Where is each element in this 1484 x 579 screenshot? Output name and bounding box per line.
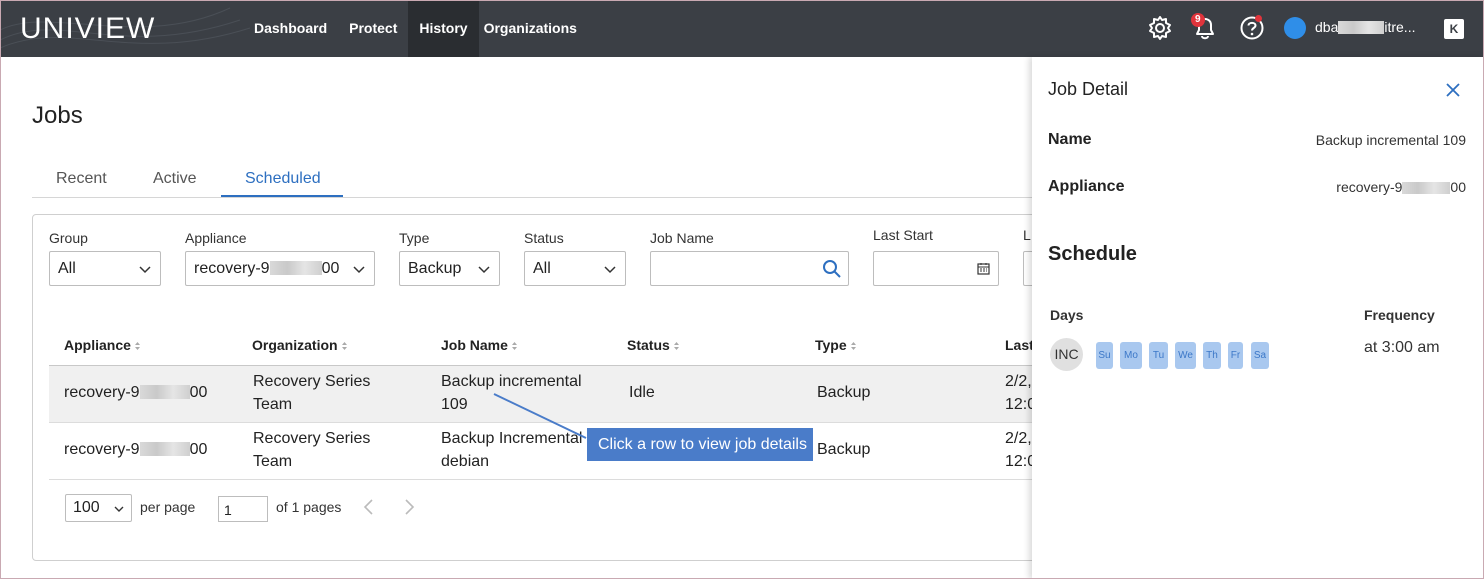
status-cell: Idle	[629, 384, 655, 401]
page-title: Jobs	[32, 102, 83, 129]
total-pages-label: of 1 pages	[276, 499, 342, 515]
group-filter-label: Group	[49, 230, 88, 246]
column-header-last[interactable]: Last	[1005, 337, 1034, 353]
appliance-filter-select[interactable]: recovery-9 00	[185, 251, 375, 286]
chevron-down-icon	[604, 266, 616, 274]
chevron-down-icon	[478, 266, 490, 274]
day-chip-friday: Fr	[1228, 342, 1243, 369]
appliance-filter-value-end: 00	[321, 260, 340, 277]
job-name-search-input[interactable]	[650, 251, 849, 286]
nav-history[interactable]: History	[408, 0, 479, 57]
per-page-value: 100	[73, 499, 100, 516]
status-filter-select[interactable]: All	[524, 251, 626, 286]
type-filter-value: Backup	[408, 260, 462, 277]
active-tab-indicator	[221, 195, 343, 197]
name-label: Name	[1048, 131, 1092, 148]
redacted-text	[139, 385, 190, 399]
top-navigation-bar: UNIVIEW Dashboard Protect History Organi…	[0, 0, 1484, 57]
collapse-panel-icon[interactable]: K	[1444, 19, 1464, 39]
search-icon[interactable]	[822, 259, 842, 279]
incremental-badge: INC	[1050, 338, 1083, 371]
frequency-label: Frequency	[1364, 307, 1435, 323]
last-start-filter-label: Last Start	[873, 227, 933, 243]
type-filter-label: Type	[399, 230, 430, 246]
name-value: Backup incremental 109	[1315, 132, 1466, 148]
page-number-input[interactable]: 1	[218, 496, 268, 522]
organization-cell: Recovery Series Team	[253, 373, 371, 413]
nav-protect[interactable]: Protect	[338, 0, 408, 57]
appliance-cell: recovery-9 00	[64, 384, 208, 401]
column-header-appliance[interactable]: Appliance	[64, 337, 141, 353]
main-nav: Dashboard Protect History Organizations	[243, 0, 588, 57]
type-cell: Backup	[817, 384, 871, 401]
drawer-title: Job Detail	[1048, 79, 1129, 99]
appliance-cell: recovery-9 00	[64, 441, 208, 458]
jobs-tabs: Recent Active Scheduled	[32, 160, 1032, 198]
sort-icon	[134, 342, 140, 350]
nav-organizations[interactable]: Organizations	[479, 0, 588, 57]
job-name-filter-label: Job Name	[650, 230, 714, 246]
column-header-type[interactable]: Type	[815, 337, 857, 353]
day-chip-monday: Mo	[1120, 342, 1142, 369]
table-header: Appliance Organization Job Name Status T…	[49, 327, 1034, 366]
group-filter-value: All	[58, 260, 76, 277]
column-header-status[interactable]: Status	[627, 337, 680, 353]
column-header-organization[interactable]: Organization	[252, 337, 348, 353]
per-page-select[interactable]: 100	[65, 494, 132, 522]
chevron-down-icon	[114, 506, 124, 512]
previous-page-icon[interactable]	[362, 498, 376, 516]
user-name-start: dba	[1315, 19, 1339, 35]
appliance-filter-value-start: recovery-9	[194, 260, 270, 277]
column-header-job-name[interactable]: Job Name	[441, 337, 518, 353]
per-page-label: per page	[140, 499, 196, 515]
sort-icon	[511, 342, 517, 350]
callout-pointer-line	[493, 393, 587, 439]
status-filter-label: Status	[524, 230, 564, 246]
redacted-text	[1402, 182, 1451, 194]
appliance-label: Appliance	[1048, 178, 1125, 195]
schedule-heading: Schedule	[1048, 243, 1137, 265]
notification-count-badge: 9	[1191, 13, 1205, 27]
appliance-filter-label: Appliance	[185, 230, 247, 246]
settings-gear-icon[interactable]	[1147, 14, 1173, 42]
redacted-text	[1338, 21, 1385, 34]
user-menu[interactable]: dba itre...	[1315, 19, 1415, 35]
sort-icon	[341, 342, 347, 350]
last-end-filter-label: L	[1023, 227, 1031, 243]
day-chip-saturday: Sa	[1251, 342, 1269, 369]
group-filter-select[interactable]: All	[49, 251, 161, 286]
chevron-down-icon	[353, 266, 365, 274]
help-alert-dot	[1255, 15, 1262, 22]
sort-icon	[673, 342, 679, 350]
close-icon[interactable]	[1444, 81, 1462, 99]
organization-cell: Recovery Series Team	[253, 430, 371, 470]
tab-recent[interactable]: Recent	[56, 170, 107, 188]
user-name-end: itre...	[1384, 19, 1416, 35]
day-chip-thursday: Th	[1203, 342, 1221, 369]
tab-active[interactable]: Active	[153, 170, 197, 188]
day-chip-wednesday: We	[1175, 342, 1196, 369]
nav-dashboard[interactable]: Dashboard	[243, 0, 338, 57]
day-chip-tuesday: Tu	[1149, 342, 1168, 369]
redacted-text	[269, 261, 322, 275]
days-label: Days	[1050, 307, 1084, 323]
chevron-down-icon	[139, 266, 151, 274]
calendar-icon[interactable]	[977, 262, 990, 275]
user-avatar[interactable]	[1284, 17, 1306, 39]
redacted-text	[139, 442, 190, 456]
status-filter-value: All	[533, 260, 551, 277]
callout-tooltip: Click a row to view job details	[587, 428, 813, 461]
sort-icon	[850, 342, 856, 350]
brand-logo[interactable]: UNIVIEW	[20, 12, 155, 46]
tab-scheduled[interactable]: Scheduled	[245, 170, 321, 188]
type-filter-select[interactable]: Backup	[399, 251, 500, 286]
job-detail-drawer: Job Detail Name Backup incremental 109 A…	[1032, 57, 1484, 579]
next-page-icon[interactable]	[402, 498, 416, 516]
frequency-value: at 3:00 am	[1364, 339, 1440, 356]
appliance-value: recovery-9 00	[1336, 179, 1466, 195]
type-cell: Backup	[817, 441, 871, 458]
last-start-date-input[interactable]	[873, 251, 999, 286]
day-chip-sunday: Su	[1096, 342, 1113, 369]
